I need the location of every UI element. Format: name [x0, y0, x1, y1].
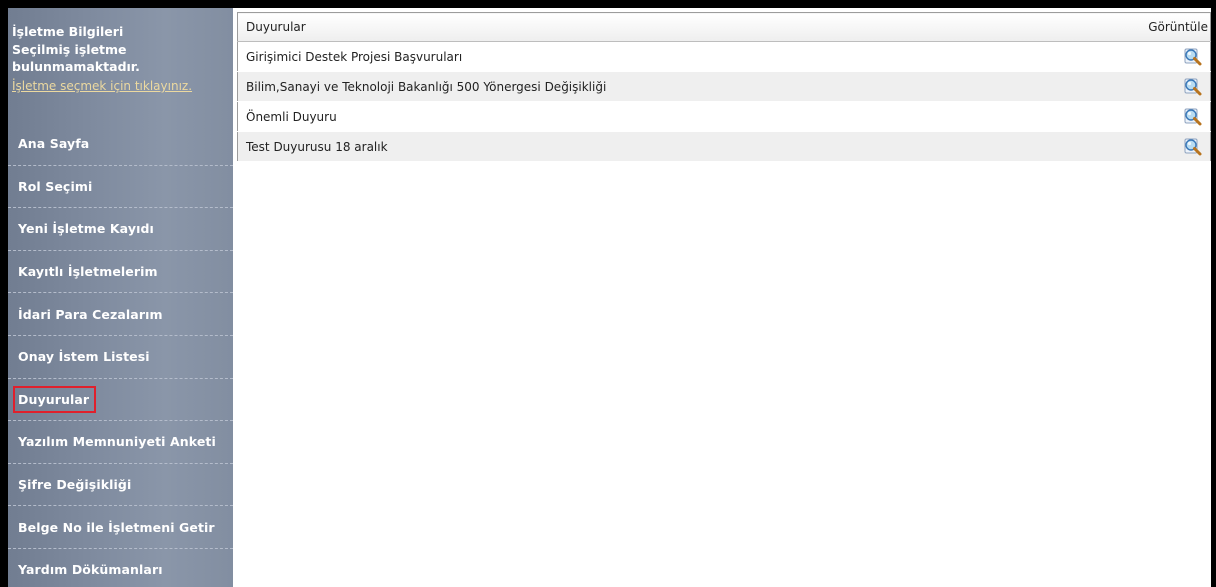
sidebar-item-label: Belge No ile İşletmeni Getir: [18, 519, 215, 535]
sidebar-item-label: Yeni İşletme Kayıdı: [18, 221, 154, 237]
announcement-title[interactable]: Girişimici Destek Projesi Başvuruları: [237, 41, 1120, 72]
business-info-title: İşletme Bilgileri: [12, 24, 124, 39]
magnifier-icon[interactable]: [1182, 77, 1204, 97]
no-business-selected-message: Seçilmiş işletme bulunmamaktadır.: [12, 42, 140, 74]
sidebar-item-belge-no-ile-isletmeni-getir[interactable]: Belge No ile İşletmeni Getir: [8, 506, 233, 549]
sidebar-item-rol-secimi[interactable]: Rol Seçimi: [8, 166, 233, 209]
announcement-title[interactable]: Bilim,Sanayi ve Teknoloji Bakanlığı 500 …: [237, 71, 1120, 102]
sidebar-item-label: Yazılım Memnuniyeti Anketi: [18, 434, 216, 450]
sidebar-item-label: Kayıtlı İşletmelerim: [18, 264, 158, 280]
sidebar-item-kayitli-isletmelerim[interactable]: Kayıtlı İşletmelerim: [8, 251, 233, 294]
table-row: Girişimici Destek Projesi Başvuruları: [237, 41, 1211, 72]
announcements-panel: Duyurular Görüntüle Girişimici Destek Pr…: [237, 12, 1211, 162]
select-business-link[interactable]: İşletme seçmek için tıklayınız.: [12, 79, 192, 93]
sidebar-item-onay-istem-listesi[interactable]: Onay İstem Listesi: [8, 336, 233, 379]
sidebar-item-label: Duyurular: [13, 385, 97, 413]
table-row: Önemli Duyuru: [237, 101, 1211, 132]
sidebar-item-yardim-dokumanlari[interactable]: Yardım Dökümanları: [8, 549, 233, 587]
sidebar-item-idari-para-cezalarim[interactable]: İdari Para Cezalarım: [8, 293, 233, 336]
sidebar-item-yazilim-memnuniyeti-anketi[interactable]: Yazılım Memnuniyeti Anketi: [8, 421, 233, 464]
magnifier-icon[interactable]: [1182, 107, 1204, 127]
business-info-panel: İşletme Bilgileri Seçilmiş işletme bulun…: [8, 8, 233, 94]
sidebar-item-label: Şifre Değişikliği: [18, 477, 132, 493]
magnifier-icon[interactable]: [1182, 47, 1204, 67]
column-header-view: Görüntüle: [1120, 12, 1211, 42]
column-header-title: Duyurular: [237, 12, 1120, 42]
announcements-table: Duyurular Görüntüle Girişimici Destek Pr…: [237, 12, 1211, 162]
sidebar-item-yeni-isletme-kayidi[interactable]: Yeni İşletme Kayıdı: [8, 208, 233, 251]
table-row: Bilim,Sanayi ve Teknoloji Bakanlığı 500 …: [237, 71, 1211, 102]
sidebar-item-label: İdari Para Cezalarım: [18, 306, 163, 322]
announcement-title[interactable]: Test Duyurusu 18 aralık: [237, 131, 1120, 162]
sidebar-item-label: Yardım Dökümanları: [18, 562, 163, 578]
sidebar-item-label: Ana Sayfa: [18, 136, 90, 152]
sidebar-item-label: Onay İstem Listesi: [18, 349, 150, 365]
sidebar-item-sifre-degisikligi[interactable]: Şifre Değişikliği: [8, 464, 233, 507]
sidebar-item-duyurular[interactable]: Duyurular: [8, 379, 233, 422]
table-header-row: Duyurular Görüntüle: [237, 12, 1211, 42]
magnifier-icon[interactable]: [1182, 137, 1204, 157]
sidebar-item-ana-sayfa[interactable]: Ana Sayfa: [8, 123, 233, 166]
sidebar-menu: Ana Sayfa Rol Seçimi Yeni İşletme Kayıdı…: [8, 123, 233, 587]
sidebar-item-label: Rol Seçimi: [18, 178, 93, 194]
table-row: Test Duyurusu 18 aralık: [237, 131, 1211, 162]
sidebar: İşletme Bilgileri Seçilmiş işletme bulun…: [8, 8, 233, 587]
announcement-title[interactable]: Önemli Duyuru: [237, 101, 1120, 132]
